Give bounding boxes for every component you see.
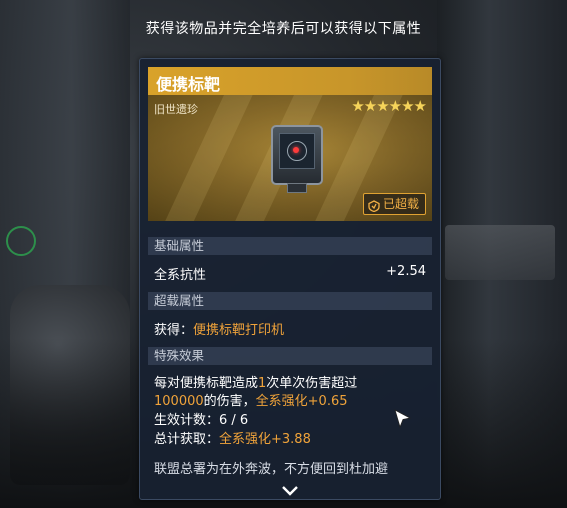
item-name-bar: 便携标靶 bbox=[148, 67, 432, 95]
section-special-effects: 特殊效果 bbox=[148, 347, 432, 365]
special-effect-line-2: 100000的伤害，全系强化+0.65 bbox=[154, 394, 348, 409]
portable-target-icon bbox=[271, 125, 323, 193]
overloaded-badge: 已超载 bbox=[362, 193, 426, 215]
item-rarity-label: 旧世遗珍 bbox=[154, 103, 198, 116]
obtain-prefix: 获得： bbox=[154, 323, 194, 338]
obtain-item-link[interactable]: 便携标靶打印机 bbox=[193, 323, 284, 338]
scroll-down-chevron-icon[interactable] bbox=[281, 486, 299, 496]
top-caption: 获得该物品并完全培养后可以获得以下属性 bbox=[145, 21, 422, 37]
stat-label: 全系抗性 bbox=[154, 268, 207, 283]
overload-icon bbox=[368, 198, 380, 213]
special-effect-total: 总计获取：全系强化+3.88 bbox=[154, 432, 311, 447]
mouse-cursor-icon bbox=[394, 409, 412, 429]
background-crates bbox=[445, 225, 555, 280]
section-overload-attributes: 超载属性 bbox=[148, 292, 432, 310]
star-rating: ★★★★★★ bbox=[351, 97, 427, 115]
flavor-text: 联盟总署为在外奔波，不方便回到杜加避 bbox=[154, 462, 389, 477]
stat-value: +2.54 bbox=[386, 264, 426, 279]
green-ring-marker bbox=[6, 226, 36, 256]
stat-row-all-resistance: 全系抗性 +2.54 bbox=[154, 264, 426, 283]
item-detail-panel: 便携标靶 旧世遗珍 ★★★★★★ 已超载 基础属性 全系抗性 +2.54 超载属… bbox=[139, 58, 441, 500]
item-name: 便携标靶 bbox=[156, 75, 221, 94]
section-base-attributes: 基础属性 bbox=[148, 237, 432, 255]
special-effect-count: 生效计数：6 / 6 bbox=[154, 413, 249, 428]
overloaded-badge-label: 已超载 bbox=[382, 197, 419, 211]
item-card-art: 旧世遗珍 ★★★★★★ 已超载 bbox=[148, 95, 432, 221]
overload-obtain-row: 获得：便携标靶打印机 bbox=[154, 319, 426, 338]
special-effect-line-1: 每对便携标靶造成1次单次伤害超过 bbox=[154, 376, 358, 391]
